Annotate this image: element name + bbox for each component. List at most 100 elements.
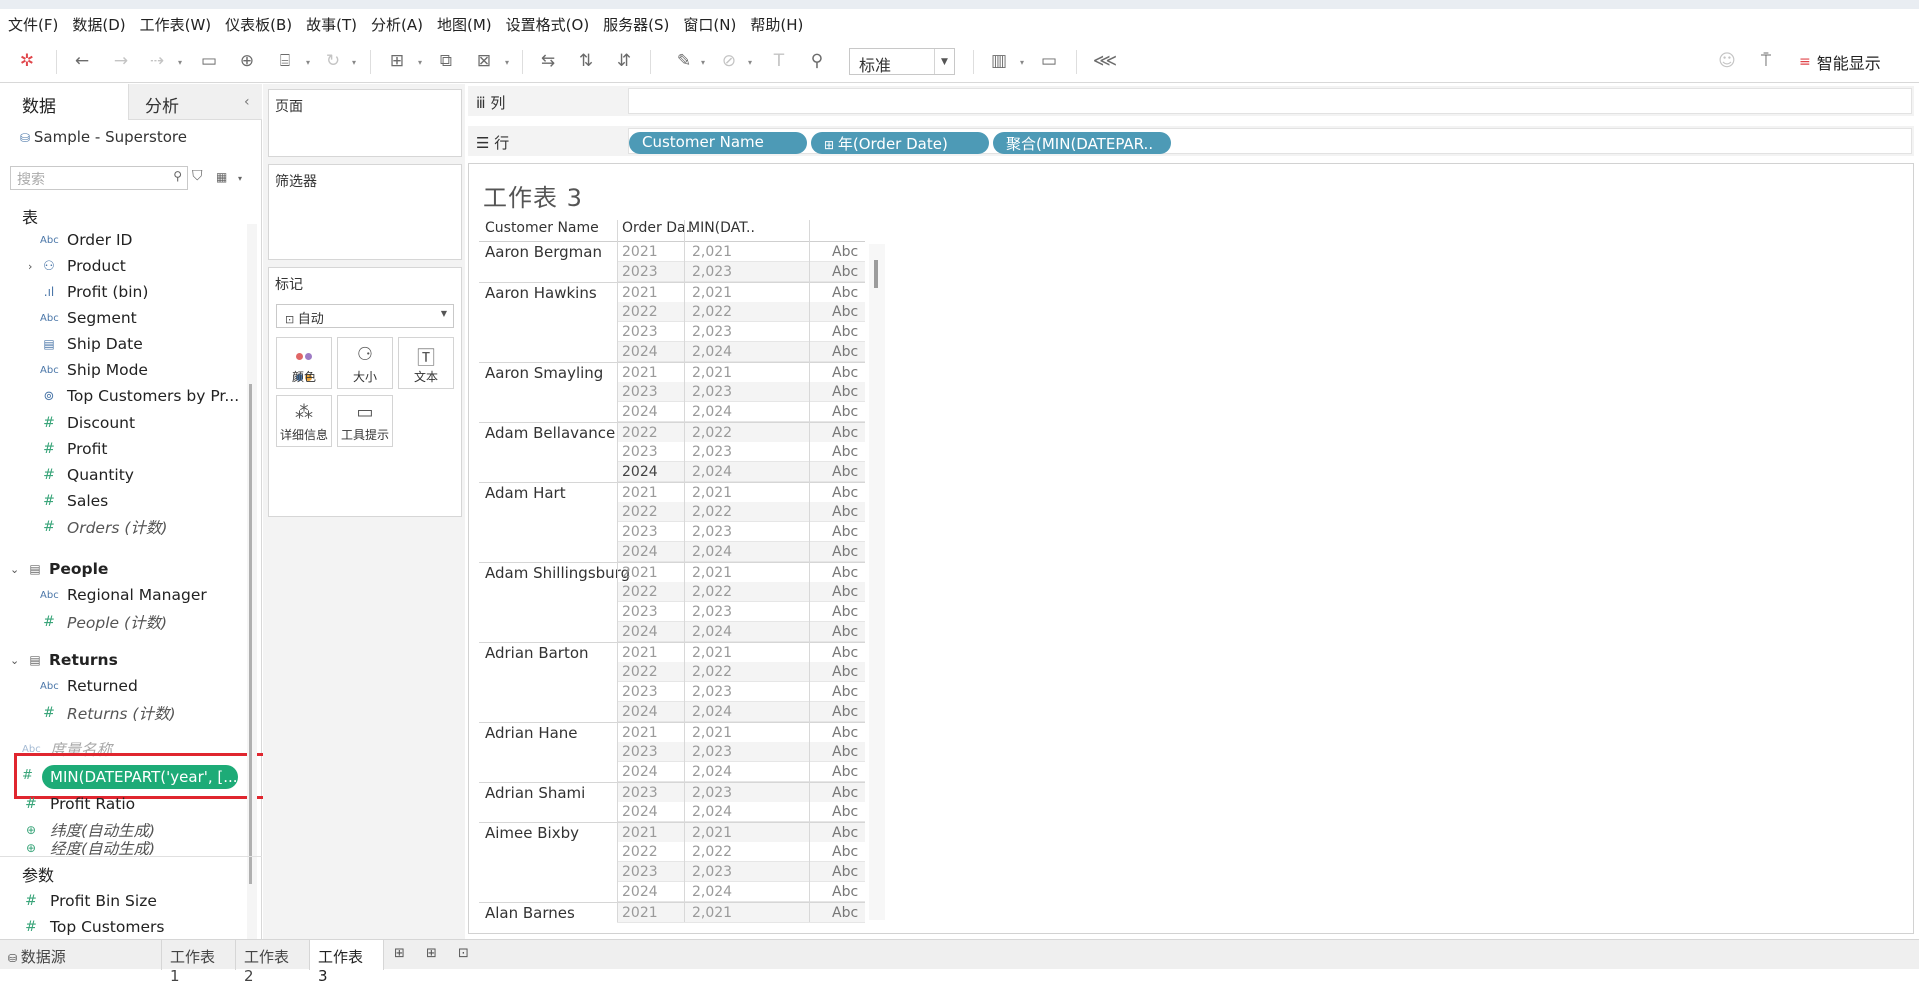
- table-row[interactable]: Adam Hart 2021 2,021 Abc: [479, 482, 865, 503]
- cell-year[interactable]: 2024: [622, 884, 658, 900]
- highlight-icon[interactable]: ✎: [671, 48, 697, 74]
- table-row[interactable]: 2022 2,022 Abc: [479, 662, 865, 682]
- field-item[interactable]: # Quantity: [0, 464, 240, 486]
- cell-mark-text[interactable]: Abc: [832, 604, 858, 620]
- cell-mark-text[interactable]: Abc: [832, 624, 858, 640]
- cell-year[interactable]: 2022: [622, 304, 658, 320]
- cell-mark-text[interactable]: Abc: [832, 844, 858, 860]
- ai-assistant-icon[interactable]: ☺: [1714, 48, 1740, 74]
- cell-year[interactable]: 2023: [622, 684, 658, 700]
- cell-mark-text[interactable]: Abc: [832, 565, 858, 581]
- field-item[interactable]: # Profit: [0, 438, 240, 460]
- menu-analysis[interactable]: 分析(A): [371, 14, 423, 35]
- menu-file[interactable]: 文件(F): [8, 14, 58, 35]
- cell-customer-name[interactable]: Aaron Smayling: [485, 364, 603, 382]
- cell-year[interactable]: 2021: [622, 645, 658, 661]
- new-datasource-icon[interactable]: ⊕: [234, 48, 260, 74]
- fit-select[interactable]: 标准 ▼: [849, 48, 955, 75]
- field-item[interactable]: # Orders (计数): [0, 516, 240, 538]
- sort-descending-icon[interactable]: ⇵: [611, 48, 637, 74]
- table-row[interactable]: Aaron Smayling 2021 2,021 Abc: [479, 362, 865, 383]
- table-row[interactable]: 2023 2,023 Abc: [479, 602, 865, 622]
- cell-min-value[interactable]: 2,024: [692, 884, 732, 900]
- cell-mark-text[interactable]: Abc: [832, 504, 858, 520]
- cell-mark-text[interactable]: Abc: [832, 285, 858, 301]
- chevron-down-icon[interactable]: ⌄: [10, 563, 19, 576]
- scrollbar-thumb[interactable]: [874, 260, 878, 288]
- pause-updates-icon[interactable]: ⌸: [272, 48, 298, 74]
- save-icon[interactable]: ▭: [196, 48, 222, 74]
- show-mark-labels-icon[interactable]: T: [766, 48, 792, 74]
- view-options-icon[interactable]: ▦: [216, 170, 227, 184]
- cell-year[interactable]: 2024: [622, 624, 658, 640]
- field-item[interactable]: ⊕ 纬度(自动生成): [0, 819, 240, 841]
- field-item[interactable]: # Profit Ratio: [0, 793, 240, 815]
- table-row[interactable]: Adrian Barton 2021 2,021 Abc: [479, 642, 865, 663]
- cell-year[interactable]: 2024: [622, 344, 658, 360]
- field-item[interactable]: # Returns (计数): [0, 702, 240, 724]
- scrollbar[interactable]: [869, 244, 885, 920]
- cell-min-value[interactable]: 2,024: [692, 464, 732, 480]
- table-row[interactable]: Aaron Bergman 2021 2,021 Abc: [479, 242, 865, 262]
- table-row[interactable]: Aaron Hawkins 2021 2,021 Abc: [479, 282, 865, 303]
- cell-year[interactable]: 2021: [622, 725, 658, 741]
- cell-mark-text[interactable]: Abc: [832, 825, 858, 841]
- scrollbar-thumb[interactable]: [249, 384, 252, 884]
- cell-mark-text[interactable]: Abc: [832, 764, 858, 780]
- cell-min-value[interactable]: 2,021: [692, 905, 732, 921]
- cell-year[interactable]: 2021: [622, 244, 658, 260]
- cell-min-value[interactable]: 2,021: [692, 244, 732, 260]
- cell-year[interactable]: 2021: [622, 905, 658, 921]
- table-row[interactable]: 2023 2,023 Abc: [479, 262, 865, 282]
- cell-year[interactable]: 2021: [622, 565, 658, 581]
- cell-year[interactable]: 2024: [622, 764, 658, 780]
- swap-rows-columns-icon[interactable]: ⇆: [535, 48, 561, 74]
- cell-year[interactable]: 2024: [622, 704, 658, 720]
- cell-mark-text[interactable]: Abc: [832, 384, 858, 400]
- pages-card[interactable]: 页面: [268, 89, 462, 157]
- menu-story[interactable]: 故事(T): [306, 14, 357, 35]
- clear-sheet-icon[interactable]: ⊠: [471, 48, 497, 74]
- rows-pill-year-order-date[interactable]: ⊞ 年(Order Date): [811, 132, 989, 154]
- new-sheet-icon[interactable]: ⊞: [384, 48, 410, 74]
- sheet-title[interactable]: 工作表 3: [483, 178, 583, 213]
- table-row[interactable]: 2023 2,023 Abc: [479, 322, 865, 342]
- tab-sheet-1[interactable]: 工作表 1: [162, 940, 236, 985]
- cell-mark-text[interactable]: Abc: [832, 704, 858, 720]
- table-row[interactable]: Adrian Shami 2023 2,023 Abc: [479, 782, 865, 803]
- cell-year[interactable]: 2022: [622, 844, 658, 860]
- menu-help[interactable]: 帮助(H): [750, 14, 803, 35]
- cell-min-value[interactable]: 2,021: [692, 485, 732, 501]
- presentation-mode-icon[interactable]: ▭: [1036, 48, 1062, 74]
- size-button[interactable]: ⚆ 大小: [337, 337, 393, 389]
- cell-min-value[interactable]: 2,023: [692, 864, 732, 880]
- cell-year[interactable]: 2024: [622, 804, 658, 820]
- table-people[interactable]: ⌄ ▤ People: [0, 558, 240, 580]
- cell-year[interactable]: 2023: [622, 744, 658, 760]
- new-worksheet-icon[interactable]: ⊞: [394, 946, 405, 961]
- table-row[interactable]: Adam Bellavance 2022 2,022 Abc: [479, 422, 865, 443]
- chevron-right-icon[interactable]: ›: [28, 260, 32, 273]
- field-item[interactable]: # Sales: [0, 490, 240, 512]
- label-button[interactable]: 🅃 文本: [398, 337, 454, 389]
- rows-pill-agg-min[interactable]: 聚合(MIN(DATEPAR..: [993, 132, 1171, 154]
- cell-min-value[interactable]: 2,023: [692, 264, 732, 280]
- undo-icon[interactable]: ←: [69, 48, 95, 74]
- cell-min-value[interactable]: 2,021: [692, 645, 732, 661]
- replay-icon[interactable]: ⇢: [144, 48, 170, 74]
- table-row[interactable]: 2024 2,024 Abc: [479, 342, 865, 362]
- datasource-item[interactable]: ⛁ Sample - Superstore: [20, 128, 187, 146]
- cell-customer-name[interactable]: Alan Barnes: [485, 904, 575, 922]
- cell-mark-text[interactable]: Abc: [832, 684, 858, 700]
- cell-year[interactable]: 2024: [622, 464, 658, 480]
- table-row[interactable]: 2022 2,022 Abc: [479, 302, 865, 322]
- header-customer-name[interactable]: Customer Name: [485, 220, 599, 236]
- table-row[interactable]: 2024 2,024 Abc: [479, 762, 865, 782]
- cell-mark-text[interactable]: Abc: [832, 365, 858, 381]
- field-item[interactable]: Abc Ship Mode: [0, 359, 240, 381]
- cell-min-value[interactable]: 2,024: [692, 624, 732, 640]
- cell-min-value[interactable]: 2,022: [692, 504, 732, 520]
- cell-mark-text[interactable]: Abc: [832, 464, 858, 480]
- cell-min-value[interactable]: 2,021: [692, 825, 732, 841]
- show-cards-icon[interactable]: ▥: [986, 48, 1012, 74]
